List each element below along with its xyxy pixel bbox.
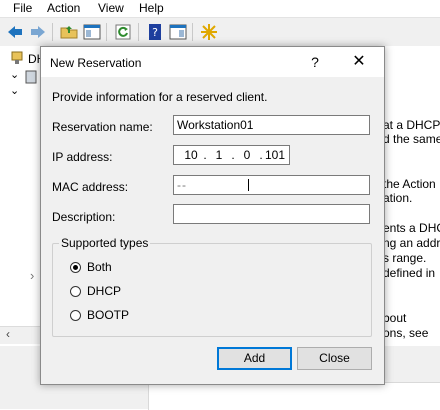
menu-help[interactable]: Help (137, 0, 166, 17)
close-x-icon[interactable]: ✕ (347, 50, 371, 74)
back-arrow-icon[interactable] (6, 23, 24, 41)
description-line: ons, see (383, 326, 429, 340)
ip-address-label: IP address: (52, 150, 113, 164)
add-button[interactable]: Add (217, 347, 292, 370)
description-line: s range. (383, 251, 427, 265)
description-line: bout (383, 311, 407, 325)
radio-both-label[interactable]: Both (87, 260, 112, 274)
radio-button[interactable] (70, 286, 81, 297)
console-tree: DH ⌄ ⌄ › (0, 46, 45, 346)
menu-view[interactable]: View (96, 0, 126, 17)
chevron-right-icon[interactable]: › (30, 268, 34, 283)
description-input[interactable] (173, 204, 370, 224)
description-label: Description: (52, 210, 116, 224)
radio-bootp-label[interactable]: BOOTP (87, 308, 129, 322)
reservation-name-input[interactable]: Workstation01 (173, 115, 370, 135)
server-icon (24, 70, 38, 87)
reservation-name-label: Reservation name: (52, 120, 153, 134)
lower-pane (148, 382, 440, 410)
action-pane-icon[interactable] (169, 23, 187, 41)
radio-button[interactable] (70, 310, 81, 321)
new-reservation-dialog: New Reservation ? ✕ Provide information … (40, 46, 385, 385)
description-line: defined in (383, 266, 436, 280)
chevron-down-icon[interactable]: ⌄ (10, 84, 19, 97)
dialog-title: New Reservation (50, 56, 142, 70)
scroll-left-icon[interactable]: ‹ (6, 327, 10, 341)
close-button[interactable]: Close (297, 347, 372, 370)
radio-selected-dot (73, 265, 78, 270)
text-caret (248, 179, 249, 191)
menu-action[interactable]: Action (45, 0, 82, 17)
mac-address-label: MAC address: (52, 180, 129, 194)
console-tree-icon[interactable] (83, 23, 101, 41)
ip-octet-2[interactable]: 1 (208, 146, 230, 164)
folder-up-icon[interactable] (60, 23, 78, 41)
menu-file[interactable]: File (11, 0, 34, 17)
menu-bar: File Action View Help (0, 0, 440, 17)
help-button[interactable]: ? (303, 50, 327, 74)
toolbar: ? (0, 17, 440, 47)
supported-types-legend: Supported types (59, 236, 151, 250)
mac-address-input[interactable]: -- (173, 175, 370, 195)
description-line: the Action (383, 177, 436, 191)
radio-dhcp-label[interactable]: DHCP (87, 284, 121, 298)
refresh-icon[interactable] (114, 23, 132, 41)
description-line: ng an addr (383, 236, 440, 250)
help-book-icon[interactable]: ? (146, 23, 164, 41)
description-line: d the same (383, 132, 440, 146)
radio-button[interactable] (70, 262, 81, 273)
dhcp-server-icon (10, 51, 24, 68)
ip-address-input[interactable]: 10 . 1 . 0 . 101 (173, 145, 290, 165)
tree-horizontal-scrollbar[interactable]: ‹ (0, 326, 40, 344)
chevron-down-icon[interactable]: ⌄ (10, 68, 19, 81)
description-line: at a DHCP (383, 118, 440, 132)
new-star-icon[interactable] (200, 23, 218, 41)
forward-arrow-icon[interactable] (29, 23, 47, 41)
svg-text:?: ? (152, 26, 158, 39)
description-line: ents a DHC (383, 221, 440, 235)
supported-types-group: Supported types Both DHCP BOOTP (52, 236, 372, 337)
ip-octet-1[interactable]: 10 (180, 146, 202, 164)
ip-octet-4[interactable]: 101 (264, 146, 286, 164)
dialog-intro: Provide information for a reserved clien… (52, 90, 268, 104)
ip-octet-3[interactable]: 0 (236, 146, 258, 164)
dialog-titlebar[interactable]: New Reservation ? ✕ (41, 47, 384, 77)
mac-address-value: -- (177, 178, 187, 192)
description-line: ation. (383, 191, 413, 205)
